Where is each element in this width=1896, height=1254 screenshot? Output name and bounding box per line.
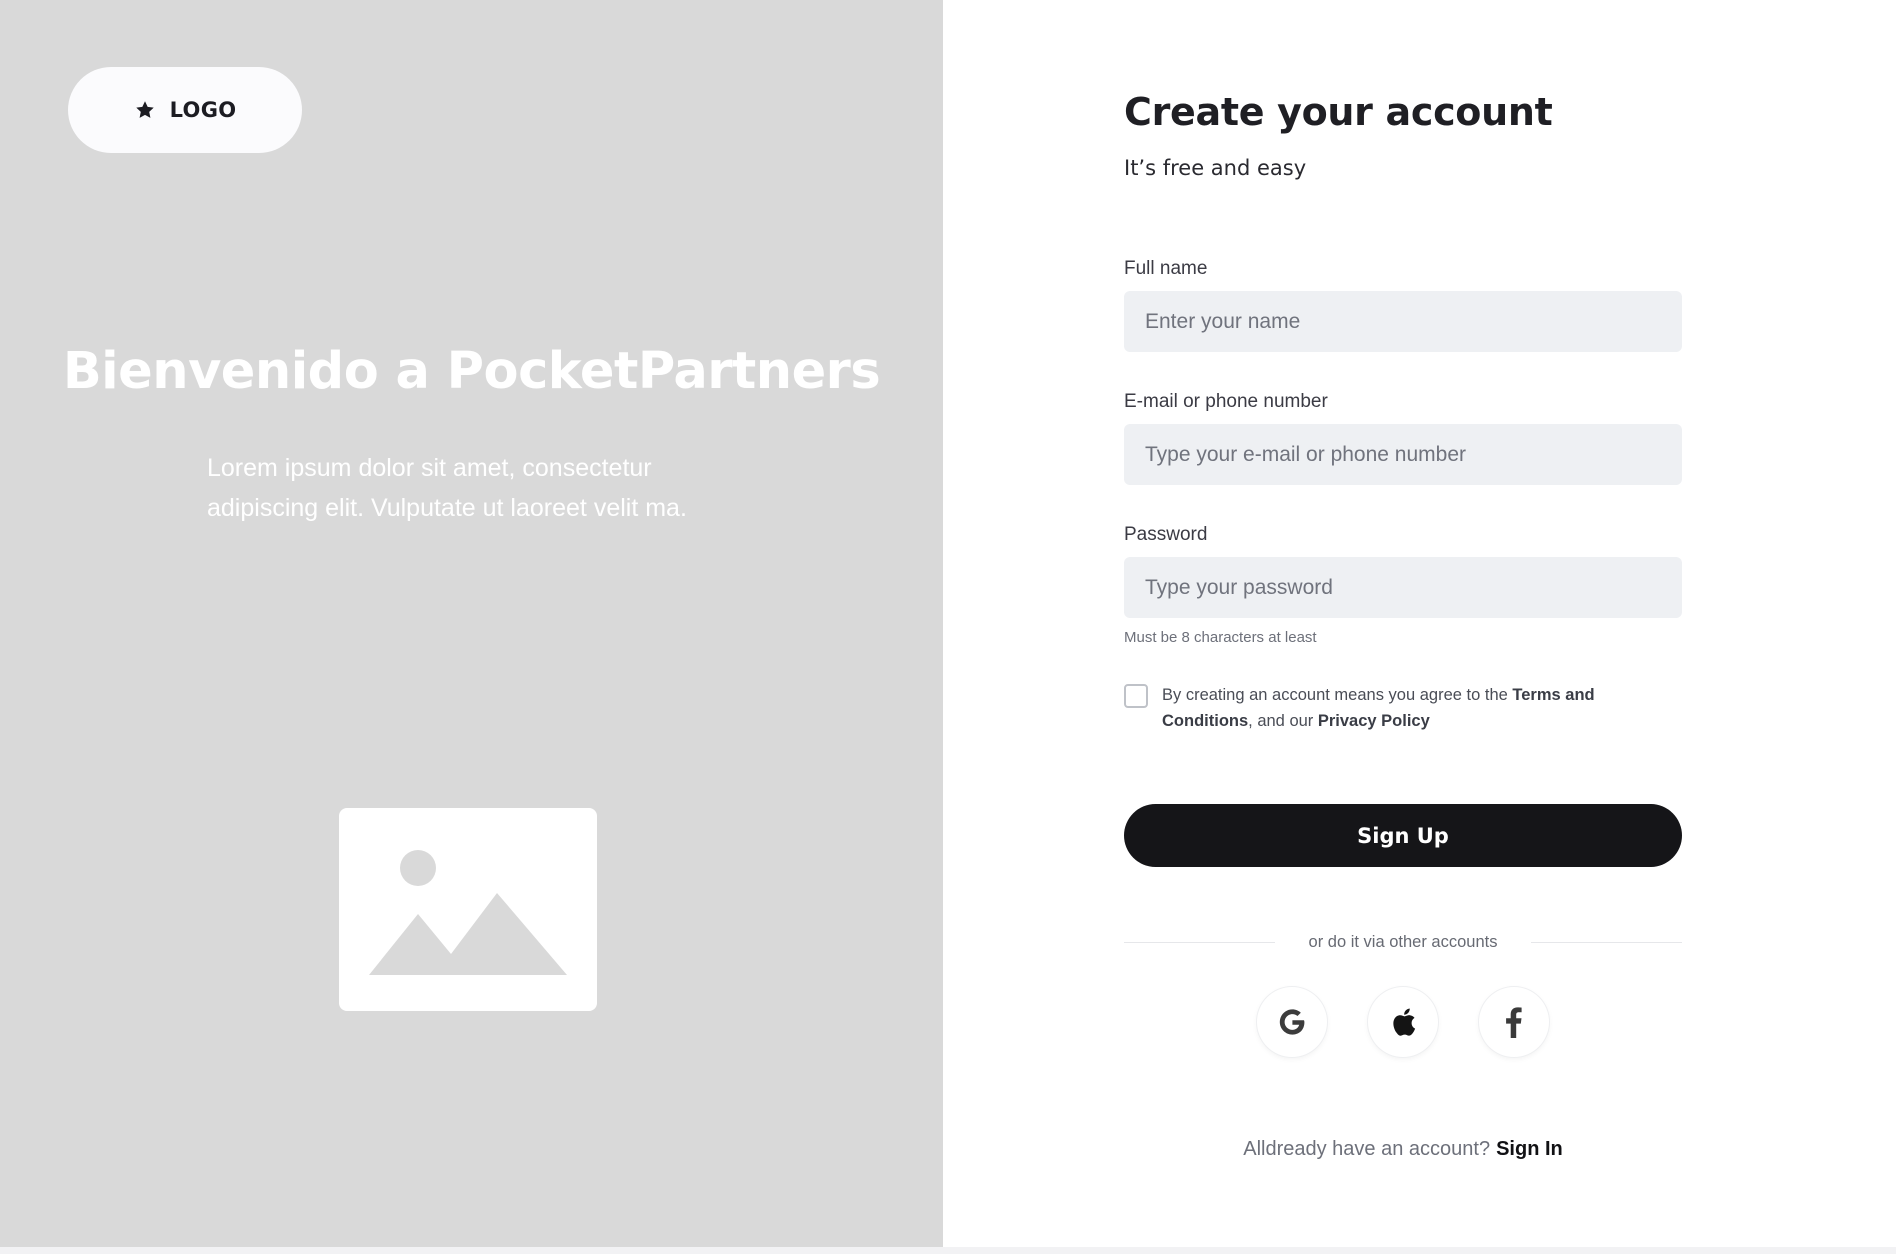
sign-in-link[interactable]: Sign In xyxy=(1496,1138,1563,1160)
brand-panel: LOGO Bienvenido a PocketPartners Lorem i… xyxy=(0,0,943,1247)
terms-text: By creating an account means you agree t… xyxy=(1162,682,1682,734)
hero-title: Bienvenido a PocketPartners xyxy=(62,342,881,401)
contact-group: E-mail or phone number xyxy=(1124,391,1682,485)
form-title: Create your account xyxy=(1124,90,1553,134)
password-hint: Must be 8 characters at least xyxy=(1124,629,1317,646)
terms-checkbox[interactable] xyxy=(1124,684,1148,708)
full-name-input[interactable] xyxy=(1124,291,1682,352)
hero-description: Lorem ipsum dolor sit amet, consectetur … xyxy=(207,454,687,522)
terms-prefix: By creating an account means you agree t… xyxy=(1162,686,1513,704)
sign-in-prompt: Alldready have an account? xyxy=(1243,1138,1491,1160)
facebook-button[interactable] xyxy=(1479,987,1549,1057)
image-placeholder-icon xyxy=(369,850,567,975)
sign-in-row: Alldready have an account? Sign In xyxy=(1124,1138,1682,1161)
password-label: Password xyxy=(1124,524,1208,545)
divider-line xyxy=(1531,942,1682,943)
full-name-group: Full name xyxy=(1124,258,1682,352)
apple-icon xyxy=(1393,1008,1416,1036)
divider-text: or do it via other accounts xyxy=(1308,933,1498,951)
password-group: Password xyxy=(1124,524,1682,618)
contact-input[interactable] xyxy=(1124,424,1682,485)
logo-badge[interactable]: LOGO xyxy=(68,67,302,153)
social-buttons xyxy=(1124,987,1682,1057)
signup-page: LOGO Bienvenido a PocketPartners Lorem i… xyxy=(0,0,1896,1247)
terms-agreement: By creating an account means you agree t… xyxy=(1124,684,1682,734)
social-divider: or do it via other accounts xyxy=(1124,933,1682,952)
signup-form: Create your account It’s free and easy F… xyxy=(1124,90,1682,1160)
apple-button[interactable] xyxy=(1368,987,1438,1057)
google-button[interactable] xyxy=(1257,987,1327,1057)
google-icon xyxy=(1279,1009,1305,1035)
facebook-icon xyxy=(1506,1007,1522,1038)
form-subtitle: It’s free and easy xyxy=(1124,156,1307,180)
logo-label: LOGO xyxy=(169,98,237,122)
signup-panel: Create your account It’s free and easy F… xyxy=(943,0,1896,1247)
contact-label: E-mail or phone number xyxy=(1124,391,1328,412)
image-placeholder xyxy=(339,808,597,1011)
star-icon xyxy=(135,101,154,118)
privacy-link[interactable]: Privacy Policy xyxy=(1318,712,1430,730)
password-input[interactable] xyxy=(1124,557,1682,618)
terms-middle: , and our xyxy=(1248,712,1318,730)
sign-up-button[interactable]: Sign Up xyxy=(1124,804,1682,867)
divider-line xyxy=(1124,942,1275,943)
full-name-label: Full name xyxy=(1124,258,1208,279)
